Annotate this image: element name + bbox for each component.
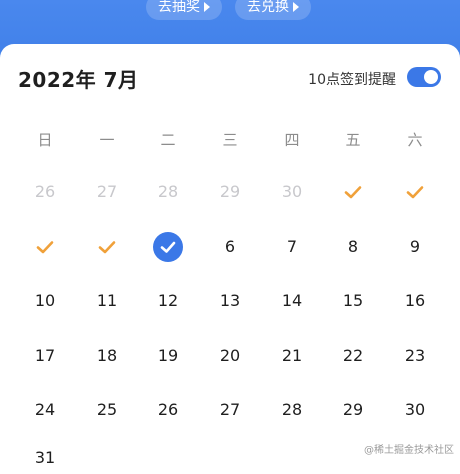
- calendar-day[interactable]: 28: [148, 172, 188, 212]
- weekday-label: 二: [160, 131, 176, 149]
- play-arrow-icon: [293, 2, 299, 12]
- calendar-day[interactable]: 20: [210, 336, 250, 376]
- weekday-label: 三: [222, 131, 238, 149]
- weekday-label: 四: [284, 131, 300, 149]
- today-checked-badge[interactable]: [153, 232, 183, 262]
- calendar-day[interactable]: 15: [333, 281, 373, 321]
- play-arrow-icon: [204, 2, 210, 12]
- calendar-day[interactable]: 18: [87, 336, 127, 376]
- calendar-day[interactable]: 14: [272, 281, 312, 321]
- calendar-day[interactable]: 29: [333, 390, 373, 430]
- lottery-label: 去抽奖: [158, 0, 200, 15]
- calendar-day[interactable]: 6: [210, 227, 250, 267]
- checkmark-icon[interactable]: [333, 172, 373, 212]
- calendar-day[interactable]: 12: [148, 281, 188, 321]
- watermark: @稀土掘金技术社区: [364, 445, 454, 456]
- calendar-day[interactable]: 28: [272, 390, 312, 430]
- calendar-day[interactable]: 7: [272, 227, 312, 267]
- calendar-day[interactable]: 17: [25, 336, 65, 376]
- checkmark-icon[interactable]: [87, 227, 127, 267]
- month-title: 2022年 7月: [18, 68, 139, 92]
- calendar-day[interactable]: 30: [272, 172, 312, 212]
- calendar-day[interactable]: 11: [87, 281, 127, 321]
- calendar-day[interactable]: 8: [333, 227, 373, 267]
- weekday-label: 六: [407, 131, 423, 149]
- calendar-day[interactable]: 19: [148, 336, 188, 376]
- calendar-day[interactable]: 13: [210, 281, 250, 321]
- calendar-day[interactable]: 25: [87, 390, 127, 430]
- calendar-day[interactable]: 24: [25, 390, 65, 430]
- calendar-day[interactable]: 21: [272, 336, 312, 376]
- lottery-button[interactable]: 去抽奖: [146, 0, 222, 20]
- calendar-day[interactable]: 27: [210, 390, 250, 430]
- calendar-day[interactable]: 29: [210, 172, 250, 212]
- exchange-label: 去兑换: [247, 0, 289, 15]
- reminder-label: 10点签到提醒: [308, 72, 396, 88]
- calendar-day[interactable]: 16: [395, 281, 435, 321]
- calendar-day[interactable]: 30: [395, 390, 435, 430]
- calendar-day[interactable]: 27: [87, 172, 127, 212]
- calendar-day[interactable]: 31: [25, 448, 65, 468]
- reminder-toggle[interactable]: [407, 67, 441, 87]
- weekday-label: 五: [345, 131, 361, 149]
- toggle-knob: [424, 70, 438, 84]
- checkmark-icon: [160, 241, 176, 253]
- calendar-day[interactable]: 10: [25, 281, 65, 321]
- calendar-day[interactable]: 23: [395, 336, 435, 376]
- weekday-label: 日: [37, 131, 53, 149]
- weekday-label: 一: [99, 131, 115, 149]
- checkmark-icon[interactable]: [395, 172, 435, 212]
- calendar-day[interactable]: 22: [333, 336, 373, 376]
- calendar-day[interactable]: 26: [148, 390, 188, 430]
- calendar-day[interactable]: 9: [395, 227, 435, 267]
- checkmark-icon[interactable]: [25, 227, 65, 267]
- exchange-button[interactable]: 去兑换: [235, 0, 311, 20]
- calendar-day[interactable]: 26: [25, 172, 65, 212]
